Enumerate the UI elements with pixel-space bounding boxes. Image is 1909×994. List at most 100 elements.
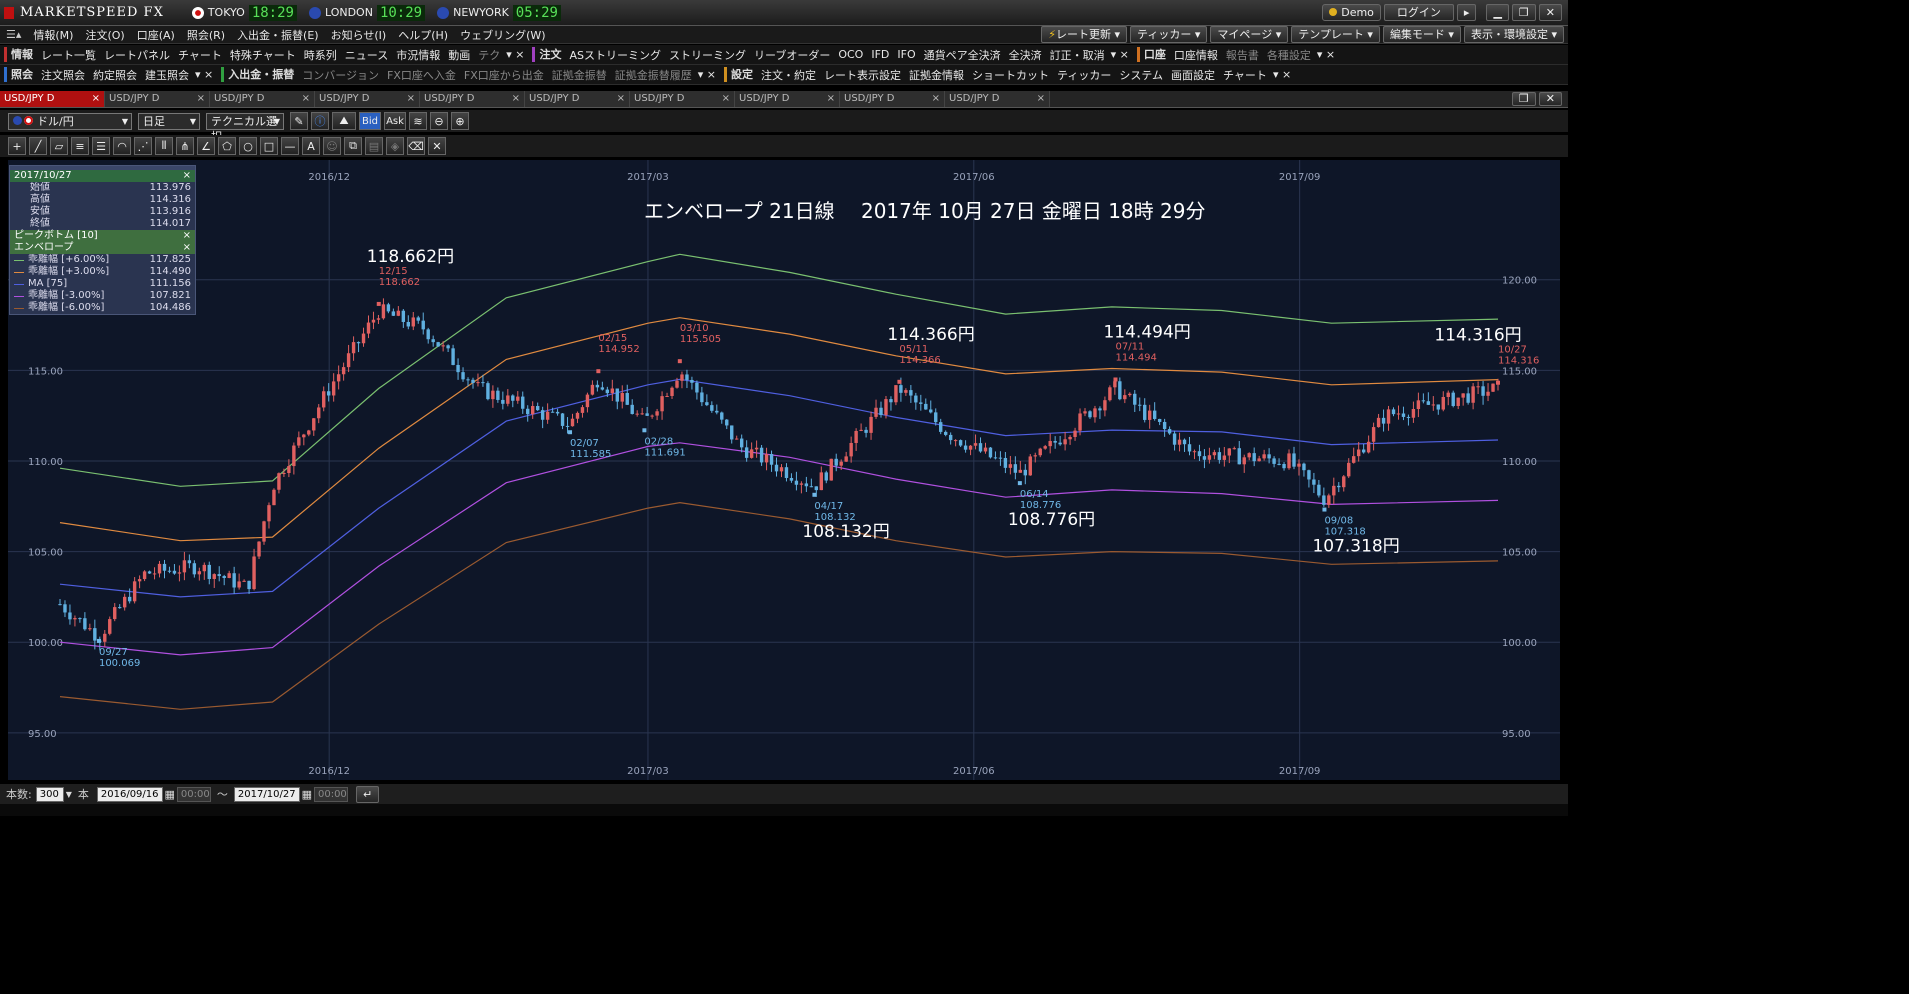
fib-lines-icon[interactable]: ☰ (92, 137, 110, 155)
tb2-group-1-menu-icon[interactable]: ▾ × (696, 68, 718, 81)
tb1-item-0-6[interactable]: 市況情報 (392, 47, 444, 63)
tab-close-icon[interactable]: × (827, 91, 835, 107)
tb1-group-0-menu-icon[interactable]: ▾ × (504, 48, 526, 61)
rectangle-icon[interactable]: □ (260, 137, 278, 155)
tab-close-icon[interactable]: × (407, 91, 415, 107)
legend-envelope-close-icon[interactable]: × (183, 242, 191, 254)
tb1-group-2-menu-icon[interactable]: ▾ × (1315, 48, 1337, 61)
crosshair-icon[interactable]: + (8, 137, 26, 155)
tb2-item-1-1[interactable]: FX口座へ入金 (383, 67, 460, 83)
text-A-icon[interactable]: A (302, 137, 320, 155)
eraser-icon[interactable]: ⌫ (407, 137, 425, 155)
tb2-item-0-2[interactable]: 建玉照会 (141, 67, 193, 83)
tb1-item-0-4[interactable]: 時系列 (300, 47, 341, 63)
menu-deposit[interactable]: 入出金・振替(E) (231, 27, 325, 43)
login-menu-arrow[interactable]: ▸ (1456, 4, 1477, 21)
tab-close-icon[interactable]: × (512, 91, 520, 107)
tb1-item-2-2[interactable]: 各種設定 (1263, 47, 1315, 63)
legend-panel[interactable]: 2017/10/27 × 始値 113.976 高値 114.316 安値 113.916 終… (9, 165, 196, 315)
period-select[interactable]: 日足 ▼ (138, 112, 200, 130)
compare-icon[interactable]: ≋ (409, 112, 427, 130)
tab-close-icon[interactable]: × (932, 91, 940, 107)
tb1-item-1-2[interactable]: リーブオーダー (750, 47, 834, 63)
tb1-item-0-7[interactable]: 動画 (444, 47, 474, 63)
menu-help[interactable]: ヘルプ(H) (392, 27, 454, 43)
tb1-item-0-5[interactable]: ニュース (341, 47, 392, 63)
display-settings-button[interactable]: 表示・環境設定 ▾ (1463, 26, 1564, 43)
tab-close-icon[interactable]: × (1037, 91, 1045, 107)
ask-button[interactable]: Ask (384, 112, 406, 130)
legend-peakbottom-close-icon[interactable]: × (183, 230, 191, 242)
tb2-item-2-1[interactable]: レート表示設定 (820, 67, 905, 83)
chart-tab-9[interactable]: USD/JPY D × (945, 91, 1050, 107)
maximize-button[interactable]: ❐ (1511, 4, 1536, 21)
menu-notice[interactable]: お知らせ(I) (325, 27, 393, 43)
chart-tab-2[interactable]: USD/JPY D × (210, 91, 315, 107)
chart-tab-0[interactable]: USD/JPY D × (0, 91, 105, 107)
angle-icon[interactable]: ∠ (197, 137, 215, 155)
vertical-lines-icon[interactable]: ⦀ (155, 137, 173, 155)
copy-icon[interactable]: ⧉ (344, 137, 362, 155)
fib-fan-icon[interactable]: ⋰ (134, 137, 152, 155)
chart-tab-8[interactable]: USD/JPY D × (840, 91, 945, 107)
from-calendar-icon[interactable]: ▦ (165, 788, 175, 801)
tb1-item-1-4[interactable]: IFD (867, 48, 893, 61)
tab-close-icon[interactable]: × (92, 91, 100, 107)
tb1-item-1-0[interactable]: ASストリーミング (565, 47, 665, 63)
fib-arc-icon[interactable]: ◠ (113, 137, 131, 155)
tb2-item-2-4[interactable]: ティッカー (1053, 67, 1115, 83)
menu-order[interactable]: 注文(O) (79, 27, 130, 43)
count-dropdown-icon[interactable]: ▼ (66, 790, 72, 799)
tb1-item-0-2[interactable]: チャート (174, 47, 226, 63)
tb1-item-0-3[interactable]: 特殊チャート (226, 47, 300, 63)
menu-account[interactable]: 口座(A) (131, 27, 181, 43)
demo-badge[interactable]: Demo (1322, 4, 1381, 21)
count-select[interactable]: 300 (35, 786, 64, 802)
rate-update-button[interactable]: ⚡レート更新 ▾ (1041, 26, 1128, 43)
tab-close-icon[interactable]: × (617, 91, 625, 107)
tb1-item-1-8[interactable]: 訂正・取消 (1046, 47, 1109, 63)
tb1-group-1-menu-icon[interactable]: ▾ × (1109, 48, 1131, 61)
tb1-item-2-1[interactable]: 報告書 (1222, 47, 1263, 63)
horizontal-line-icon[interactable]: — (281, 137, 299, 155)
close-window-button[interactable]: ✕ (1538, 92, 1562, 106)
menu-inquiry[interactable]: 照会(R) (181, 27, 231, 43)
price-chart[interactable]: 95.00 95.00 100.00 100.00 105.00 105.00 110.00… (8, 160, 1560, 780)
fill-icon[interactable]: ◈ (386, 137, 404, 155)
template-button[interactable]: テンプレート ▾ (1291, 26, 1380, 43)
bid-button[interactable]: Bid (359, 112, 381, 130)
currency-pair-select[interactable]: ドル/円 ▼ (8, 112, 132, 130)
tb1-item-0-8[interactable]: テク (474, 47, 504, 63)
tb2-group-0-menu-icon[interactable]: ▾ × (193, 68, 215, 81)
tb2-group-2-menu-icon[interactable]: ▾ × (1271, 68, 1293, 81)
pencil-icon[interactable]: ✎ (290, 112, 308, 130)
parallel-lines-icon[interactable]: ≡ (71, 137, 89, 155)
tb2-item-2-3[interactable]: ショートカット (968, 67, 1053, 83)
tab-close-icon[interactable]: × (722, 91, 730, 107)
tb1-item-0-0[interactable]: レート一覧 (37, 47, 100, 63)
tb1-item-1-3[interactable]: OCO (834, 48, 867, 61)
ruler-icon[interactable]: ▱ (50, 137, 68, 155)
chart-type-icon[interactable]: ⛰ (332, 112, 356, 130)
tb2-item-0-0[interactable]: 注文照会 (37, 67, 89, 83)
chart-tab-3[interactable]: USD/JPY D × (315, 91, 420, 107)
mypage-button[interactable]: マイページ ▾ (1210, 26, 1289, 43)
tb2-item-1-4[interactable]: 証拠金振替履歴 (611, 67, 696, 83)
chart-tab-6[interactable]: USD/JPY D × (630, 91, 735, 107)
trend-line-icon[interactable]: ╱ (29, 137, 47, 155)
zoom-out-icon[interactable]: ⊖ (430, 112, 448, 130)
chart-tab-7[interactable]: USD/JPY D × (735, 91, 840, 107)
main-menu-icon[interactable]: ☰▴ (0, 28, 27, 41)
delete-icon[interactable]: ✕ (428, 137, 446, 155)
tab-close-icon[interactable]: × (302, 91, 310, 107)
technical-select[interactable]: テクニカル選択▼ (206, 112, 284, 143)
tb1-item-2-0[interactable]: 口座情報 (1170, 47, 1222, 63)
from-time-field[interactable]: 00:00 (176, 786, 211, 802)
to-date-field[interactable]: 2017/10/27 (233, 786, 300, 802)
tb2-item-0-1[interactable]: 約定照会 (89, 67, 141, 83)
chart-tab-4[interactable]: USD/JPY D × (420, 91, 525, 107)
tb2-item-1-3[interactable]: 証拠金振替 (548, 67, 611, 83)
ticker-button[interactable]: ティッカー ▾ (1130, 26, 1208, 43)
zoom-in-icon[interactable]: ⊕ (451, 112, 469, 130)
tb1-item-1-5[interactable]: IFO (893, 48, 919, 61)
